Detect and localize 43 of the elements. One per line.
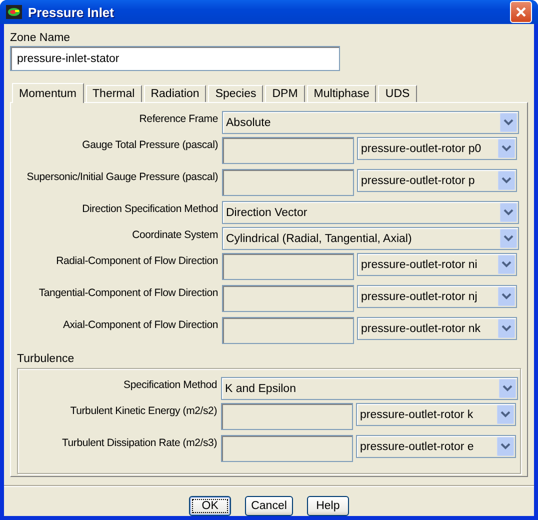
field-label: Reference Frame bbox=[138, 112, 219, 125]
chevron-icon[interactable] bbox=[498, 255, 515, 274]
field-label: Tangential-Component of Flow Direction bbox=[38, 286, 219, 299]
close-icon bbox=[515, 6, 527, 18]
chevron-icon[interactable] bbox=[500, 229, 517, 248]
chevron-icon[interactable] bbox=[498, 319, 515, 338]
dropdown[interactable]: Absolute bbox=[222, 111, 519, 134]
tab[interactable]: Species bbox=[208, 85, 264, 102]
field-label: Specification Method bbox=[122, 378, 218, 391]
close-button[interactable] bbox=[510, 1, 532, 23]
chevron-icon[interactable] bbox=[499, 379, 516, 398]
dialog-button[interactable]: Help bbox=[306, 496, 349, 516]
app-icon bbox=[6, 5, 22, 19]
field-label: Axial-Component of Flow Direction bbox=[62, 318, 219, 331]
field-label: Gauge Total Pressure (pascal) bbox=[81, 138, 219, 151]
tab[interactable]: Multiphase bbox=[306, 85, 376, 102]
window-title: Pressure Inlet bbox=[28, 4, 115, 20]
tab[interactable]: Radiation bbox=[144, 85, 206, 102]
chevron-icon[interactable] bbox=[498, 171, 515, 190]
tab[interactable]: DPM bbox=[265, 85, 305, 102]
zone-name-label: Zone Name bbox=[10, 32, 72, 44]
dropdown[interactable]: Direction Vector bbox=[222, 201, 519, 224]
chevron-icon[interactable] bbox=[497, 405, 514, 424]
chevron-icon[interactable] bbox=[498, 139, 515, 158]
tab[interactable]: UDS bbox=[378, 85, 417, 102]
dialog-button[interactable]: Cancel bbox=[245, 496, 293, 516]
field-label: Turbulent Kinetic Energy (m2/s2) bbox=[69, 404, 218, 417]
dialog-button[interactable]: OK bbox=[189, 496, 232, 516]
tab[interactable]: Momentum bbox=[12, 83, 84, 103]
chevron-icon[interactable] bbox=[500, 113, 517, 132]
field-label: Coordinate System bbox=[131, 228, 219, 241]
chevron-icon[interactable] bbox=[498, 287, 515, 306]
field-label: Supersonic/Initial Gauge Pressure (pascal) bbox=[26, 170, 219, 183]
chevron-icon[interactable] bbox=[497, 437, 514, 456]
dropdown[interactable]: Cylindrical (Radial, Tangential, Axial) bbox=[222, 227, 519, 250]
field-label: Direction Specification Method bbox=[81, 202, 219, 215]
dropdown[interactable]: K and Epsilon bbox=[221, 377, 518, 400]
tab[interactable]: Thermal bbox=[86, 85, 142, 102]
chevron-icon[interactable] bbox=[500, 203, 517, 222]
field-label: Turbulent Dissipation Rate (m2/s3) bbox=[60, 436, 218, 449]
group-title: Turbulence bbox=[17, 353, 76, 365]
field-label: Radial-Component of Flow Direction bbox=[55, 254, 219, 267]
zone-name-field[interactable]: pressure-inlet-stator bbox=[10, 46, 340, 71]
